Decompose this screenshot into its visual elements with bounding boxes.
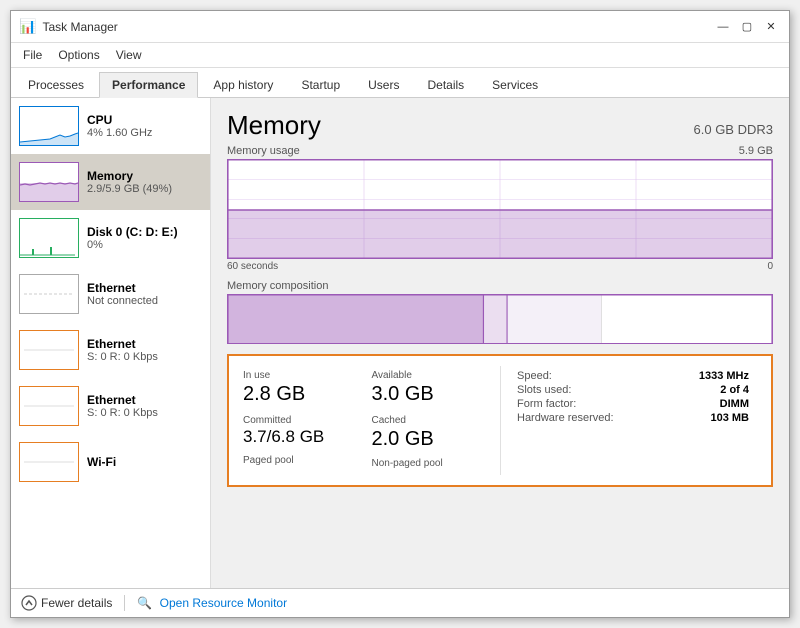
in-use-value: 2.8 GB: [243, 383, 364, 405]
sidebar-eth1-value: S: 0 R: 0 Kbps: [87, 351, 158, 363]
speed-label: Speed:: [517, 370, 552, 382]
sidebar-cpu-name: CPU: [87, 113, 152, 127]
sidebar-eth-nc-name: Ethernet: [87, 281, 158, 295]
sidebar-disk-name: Disk 0 (C: D: E:): [87, 225, 178, 239]
main-title: Memory: [227, 110, 321, 141]
sidebar-eth1-name: Ethernet: [87, 337, 158, 351]
tab-processes[interactable]: Processes: [15, 72, 97, 97]
monitor-icon: 🔍: [137, 596, 152, 610]
available-value: 3.0 GB: [372, 383, 493, 405]
committed-label: Committed: [243, 415, 364, 426]
tab-startup[interactable]: Startup: [288, 72, 353, 97]
sidebar-eth2-value: S: 0 R: 0 Kbps: [87, 407, 158, 419]
committed-value: 3.7/6.8 GB: [243, 428, 364, 447]
memory-composition-bar: [227, 294, 773, 344]
in-use-label: In use: [243, 370, 364, 381]
cached-value: 2.0 GB: [372, 428, 493, 450]
time-label-left: 60 seconds: [227, 261, 278, 272]
composition-label: Memory composition: [227, 280, 773, 292]
usage-max: 5.9 GB: [739, 145, 773, 157]
sidebar-eth2-name: Ethernet: [87, 393, 158, 407]
hw-value: 103 MB: [710, 412, 749, 424]
window-title: Task Manager: [42, 20, 117, 34]
tab-services[interactable]: Services: [479, 72, 551, 97]
sidebar-item-ethernet-2[interactable]: Ethernet S: 0 R: 0 Kbps: [11, 378, 210, 434]
maximize-button[interactable]: ▢: [737, 17, 757, 37]
sidebar-memory-value: 2.9/5.9 GB (49%): [87, 183, 172, 195]
sidebar-disk-value: 0%: [87, 239, 178, 251]
monitor-label: Open Resource Monitor: [160, 596, 287, 610]
sidebar-wifi-name: Wi-Fi: [87, 455, 116, 469]
main-subtitle: 6.0 GB DDR3: [694, 122, 773, 137]
tab-details[interactable]: Details: [414, 72, 477, 97]
window-icon: 📊: [19, 18, 36, 35]
menu-options[interactable]: Options: [50, 45, 107, 65]
sidebar-item-ethernet-nc[interactable]: Ethernet Not connected: [11, 266, 210, 322]
close-button[interactable]: ✕: [761, 17, 781, 37]
paged-label: Paged pool: [243, 455, 364, 466]
available-label: Available: [372, 370, 493, 381]
hw-label: Hardware reserved:: [517, 412, 614, 424]
stats-box: In use 2.8 GB Committed 3.7/6.8 GB Paged…: [227, 354, 773, 487]
tab-app-history[interactable]: App history: [200, 72, 286, 97]
sidebar-cpu-value: 4% 1.60 GHz: [87, 127, 152, 139]
time-label-right: 0: [767, 261, 773, 272]
form-label: Form factor:: [517, 398, 576, 410]
menu-view[interactable]: View: [108, 45, 150, 65]
chevron-up-icon: [21, 595, 37, 611]
usage-label: Memory usage: [227, 145, 300, 157]
sidebar-item-cpu[interactable]: CPU 4% 1.60 GHz: [11, 98, 210, 154]
speed-value: 1333 MHz: [699, 370, 749, 382]
sidebar-item-disk[interactable]: Disk 0 (C: D: E:) 0%: [11, 210, 210, 266]
slots-value: 2 of 4: [720, 384, 749, 396]
fewer-details-label: Fewer details: [41, 596, 112, 610]
menu-file[interactable]: File: [15, 45, 50, 65]
sidebar-memory-name: Memory: [87, 169, 172, 183]
nonpaged-label: Non-paged pool: [372, 458, 493, 469]
slots-label: Slots used:: [517, 384, 571, 396]
form-value: DIMM: [720, 398, 749, 410]
sidebar-item-wifi[interactable]: Wi-Fi: [11, 434, 210, 490]
sidebar-item-memory[interactable]: Memory 2.9/5.9 GB (49%): [11, 154, 210, 210]
tab-users[interactable]: Users: [355, 72, 412, 97]
fewer-details-button[interactable]: Fewer details: [21, 595, 112, 611]
sidebar-eth-nc-value: Not connected: [87, 295, 158, 307]
cached-label: Cached: [372, 415, 493, 426]
tab-performance[interactable]: Performance: [99, 72, 198, 98]
open-resource-monitor-link[interactable]: 🔍 Open Resource Monitor: [137, 596, 287, 610]
memory-usage-graph: [227, 159, 773, 259]
sidebar-item-ethernet-1[interactable]: Ethernet S: 0 R: 0 Kbps: [11, 322, 210, 378]
minimize-button[interactable]: —: [713, 17, 733, 37]
